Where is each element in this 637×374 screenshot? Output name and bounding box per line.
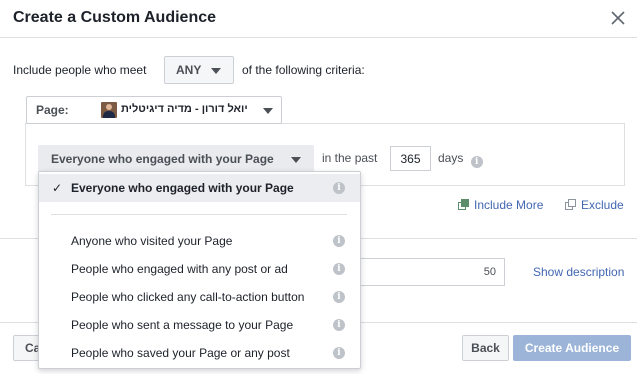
close-button[interactable] [607, 7, 629, 29]
chevron-down-icon [291, 157, 301, 163]
checkmark-icon: ✓ [52, 181, 63, 195]
engagement-type-menu: ✓ Everyone who engaged with your Page i … [38, 171, 361, 369]
menu-item-label: Everyone who engaged with your Page [71, 181, 294, 195]
exclude-label: Exclude [581, 198, 624, 212]
info-icon[interactable]: i [333, 182, 345, 194]
menu-item-label: People who sent a message to your Page [71, 318, 294, 332]
chevron-down-icon [211, 68, 221, 74]
info-icon[interactable]: i [333, 319, 345, 331]
exclude-icon [565, 199, 576, 210]
menu-item-clicked-cta[interactable]: People who clicked any call-to-action bu… [39, 283, 360, 311]
page-selector[interactable]: Page: יואל דורון - מדיה דיגיטלית [26, 96, 282, 124]
menu-item-label: People who saved your Page or any post [71, 346, 290, 360]
menu-item-everyone-engaged[interactable]: ✓ Everyone who engaged with your Page i [39, 174, 360, 202]
dialog-title: Create a Custom Audience [13, 9, 217, 26]
menu-item-sent-message[interactable]: People who sent a message to your Page i [39, 311, 360, 339]
back-button[interactable]: Back [462, 335, 509, 361]
audience-name-input[interactable]: 50 [360, 258, 505, 286]
info-icon[interactable]: i [333, 291, 345, 303]
include-more-label: Include More [474, 198, 544, 212]
criteria-suffix-text: of the following criteria: [242, 63, 365, 77]
page-selector-label: Page: [36, 103, 69, 117]
menu-item-label: Anyone who visited your Page [71, 234, 233, 248]
match-type-dropdown[interactable]: ANY [164, 56, 234, 84]
menu-item-engaged-post[interactable]: People who engaged with any post or ad i [39, 255, 360, 283]
show-description-link[interactable]: Show description [533, 265, 624, 279]
in-the-past-text: in the past [322, 151, 378, 165]
engagement-type-dropdown[interactable]: Everyone who engaged with your Page [38, 145, 314, 173]
create-audience-button[interactable]: Create Audience [513, 335, 631, 361]
include-more-link[interactable]: Include More [458, 198, 543, 212]
menu-item-saved-page[interactable]: People who saved your Page or any post i [39, 339, 360, 367]
days-label: days i [438, 151, 483, 168]
close-icon [611, 11, 625, 25]
match-type-label: ANY [176, 63, 202, 77]
info-icon[interactable]: i [333, 347, 345, 359]
menu-separator [51, 214, 347, 215]
engagement-type-label: Everyone who engaged with your Page [51, 152, 274, 166]
chevron-down-icon [263, 108, 273, 114]
page-avatar [101, 102, 117, 118]
menu-item-label: People who engaged with any post or ad [71, 262, 288, 276]
info-icon[interactable]: i [333, 235, 345, 247]
menu-item-label: People who clicked any call-to-action bu… [71, 290, 305, 304]
menu-item-visited-page[interactable]: Anyone who visited your Page i [39, 227, 360, 255]
include-icon [458, 199, 469, 210]
days-label-text: days [438, 151, 464, 165]
criteria-prefix-text: Include people who meet [13, 63, 147, 77]
retention-days-input[interactable] [390, 146, 431, 171]
exclude-link[interactable]: Exclude [565, 198, 624, 212]
character-counter: 50 [483, 266, 496, 278]
info-icon[interactable]: i [333, 263, 345, 275]
info-icon[interactable]: i [470, 156, 483, 168]
page-name: יואל דורון - מדיה דיגיטלית [121, 103, 248, 115]
